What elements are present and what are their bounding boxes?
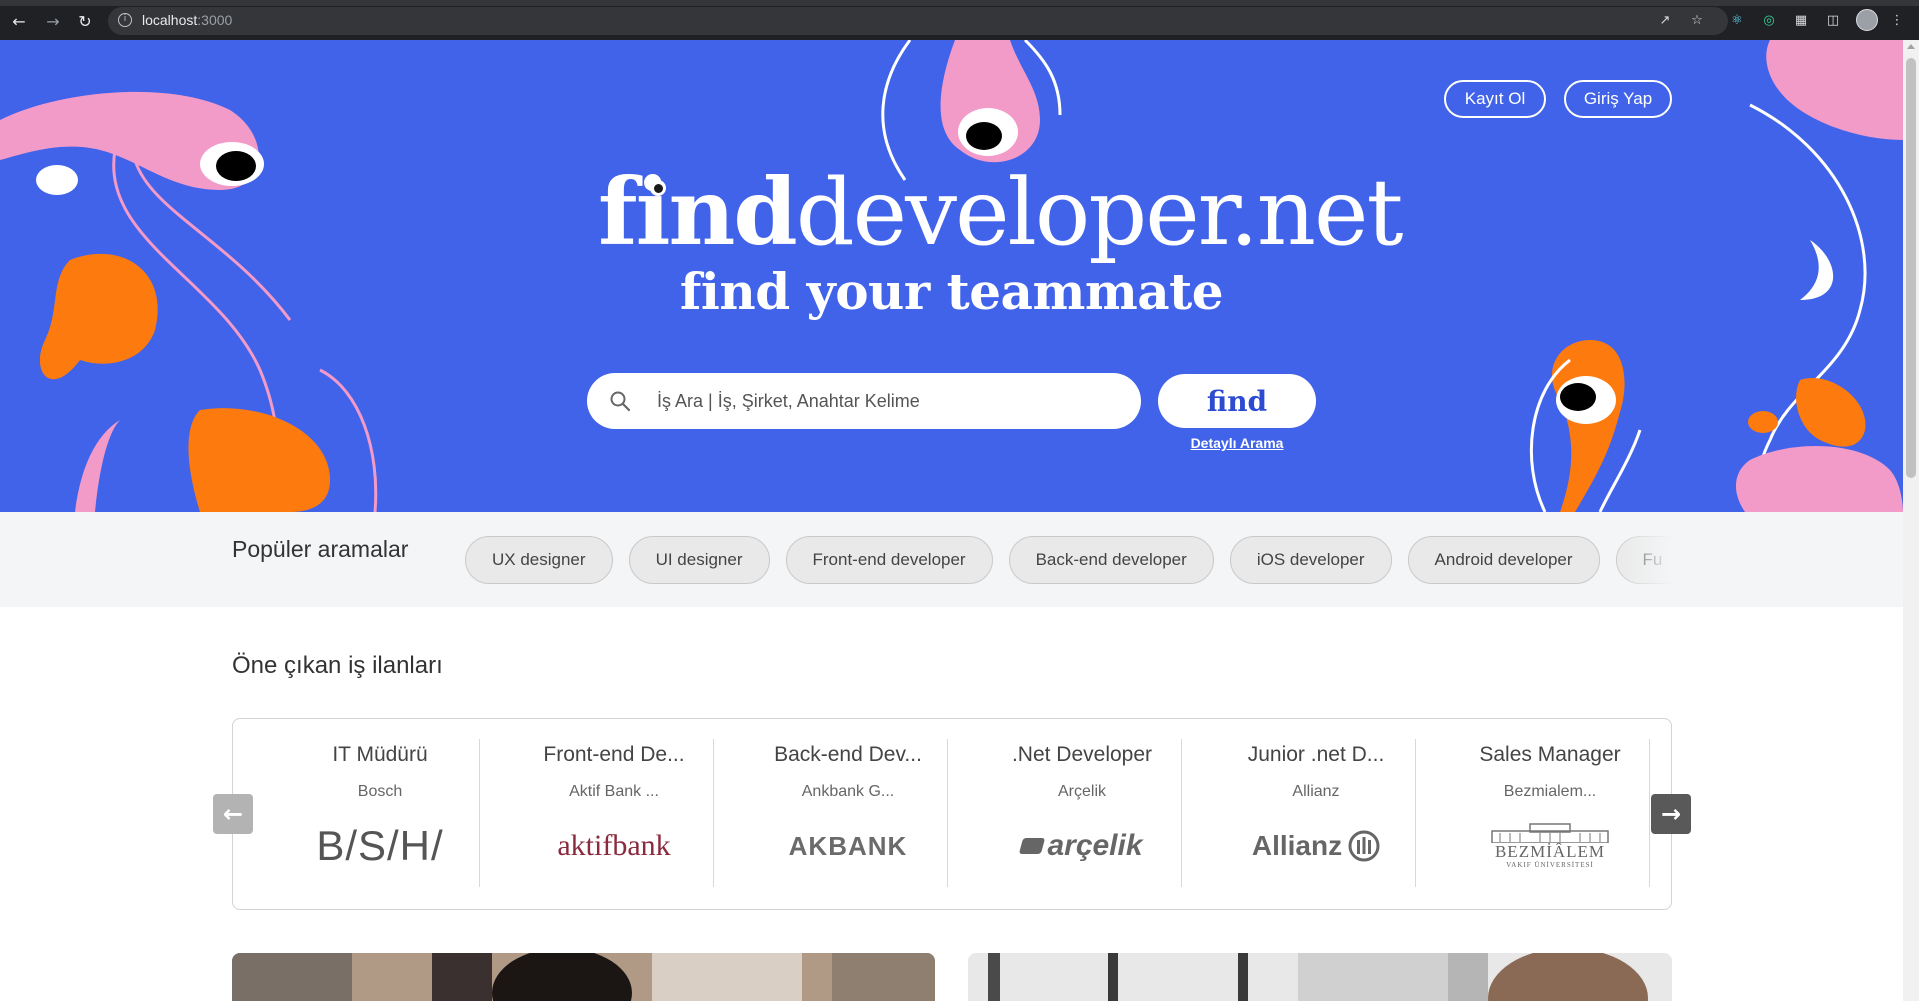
tab-strip bbox=[0, 0, 1919, 6]
logo-eye-icon bbox=[650, 180, 666, 196]
url-text: localhost:3000 bbox=[142, 12, 233, 28]
job-title: IT Müdürü bbox=[332, 743, 428, 766]
hero-tagline: find your teammate bbox=[679, 262, 1224, 321]
job-company: Bosch bbox=[357, 783, 403, 800]
popular-chip[interactable]: Android developer bbox=[1407, 536, 1600, 584]
job-company: Bezmialem... bbox=[1503, 783, 1597, 800]
allianz-logo: Allianz bbox=[1216, 821, 1416, 871]
site-logo[interactable]: finddeveloper.net bbox=[598, 158, 1403, 266]
allianz-eagle-icon bbox=[1348, 830, 1380, 862]
login-button[interactable]: Giriş Yap bbox=[1564, 80, 1672, 118]
arcelik-logo: arçelik bbox=[982, 821, 1182, 871]
register-button[interactable]: Kayıt Ol bbox=[1444, 80, 1546, 118]
job-card[interactable]: Junior .net D... Allianz Allianz bbox=[1199, 739, 1433, 887]
job-title: Front-end De... bbox=[543, 743, 685, 766]
share-icon[interactable]: ↗ bbox=[1656, 11, 1674, 29]
aktifbank-logo: aktifbank bbox=[557, 829, 671, 862]
job-divider bbox=[1415, 739, 1416, 887]
job-title: Sales Manager bbox=[1479, 743, 1621, 766]
featured-jobs-carousel: IT Müdürü Bosch B/S/H/ Front-end De... A… bbox=[232, 718, 1672, 910]
job-search-box bbox=[587, 373, 1141, 429]
browser-toolbar: ← → ↻ i localhost:3000 ↗ ☆ ⚛ ◎ ▦ ◫ ⋮ bbox=[0, 0, 1919, 40]
popular-chip[interactable]: iOS developer bbox=[1229, 536, 1392, 584]
job-divider bbox=[479, 739, 480, 887]
job-divider bbox=[1649, 739, 1650, 887]
job-card[interactable]: Sales Manager Bezmialem... BEZMİÂLEM VAK… bbox=[1433, 739, 1667, 887]
popular-chip[interactable]: UX designer bbox=[465, 536, 613, 584]
job-company: Arçelik bbox=[1057, 783, 1106, 800]
job-title: .Net Developer bbox=[1011, 743, 1153, 766]
arcelik-mark-icon bbox=[1019, 838, 1046, 854]
job-divider bbox=[713, 739, 714, 887]
akbank-logo: AKBANK bbox=[788, 830, 908, 861]
detailed-search-link[interactable]: Detaylı Arama bbox=[1158, 435, 1316, 451]
reload-icon[interactable]: ↻ bbox=[74, 10, 96, 32]
popular-chip[interactable]: Front-end developer bbox=[785, 536, 993, 584]
bsh-logo: B/S/H/ bbox=[316, 822, 444, 869]
puzzle-icon[interactable]: ▦ bbox=[1792, 11, 1810, 29]
job-card[interactable]: Back-end Dev... Ankbank G... AKBANK bbox=[731, 739, 965, 887]
forward-icon[interactable]: → bbox=[42, 10, 64, 32]
logo-find-text: find bbox=[598, 158, 798, 266]
popular-chip[interactable]: UI designer bbox=[628, 536, 770, 584]
profile-avatar[interactable] bbox=[1856, 9, 1878, 31]
job-card[interactable]: Front-end De... Aktif Bank ... aktifbank bbox=[497, 739, 731, 887]
scrollbar-thumb[interactable] bbox=[1906, 58, 1916, 478]
job-divider bbox=[1181, 739, 1182, 887]
job-card[interactable]: .Net Developer Arçelik arçelik bbox=[965, 739, 1199, 887]
search-icon bbox=[610, 391, 631, 412]
job-photo-image bbox=[232, 953, 935, 1001]
job-divider bbox=[947, 739, 948, 887]
job-photo-card[interactable] bbox=[232, 953, 935, 1001]
scroll-up-icon[interactable] bbox=[1907, 44, 1915, 49]
bezmialem-building-icon bbox=[1491, 823, 1609, 843]
job-search-input[interactable] bbox=[657, 373, 1117, 429]
back-icon[interactable]: ← bbox=[8, 10, 30, 32]
find-button[interactable]: find bbox=[1158, 374, 1316, 428]
job-company: Aktif Bank ... bbox=[569, 783, 659, 800]
carousel-next-button[interactable]: → bbox=[1651, 794, 1691, 834]
job-card[interactable]: IT Müdürü Bosch B/S/H/ bbox=[263, 739, 497, 887]
bookmark-star-icon[interactable]: ☆ bbox=[1688, 11, 1706, 29]
popular-searches-bar: Popüler aramalar UX designer UI designer… bbox=[0, 512, 1903, 607]
bezmialem-logo: BEZMİÂLEM VAKIF ÜNİVERSİTESİ bbox=[1450, 821, 1650, 871]
popular-chip[interactable]: Back-end developer bbox=[1008, 536, 1214, 584]
address-bar[interactable]: i localhost:3000 bbox=[108, 7, 1728, 35]
logo-domain-text: developer.net bbox=[795, 159, 1404, 266]
job-company: Allianz bbox=[1292, 783, 1340, 800]
job-photo-image bbox=[968, 953, 1672, 1001]
featured-jobs-title: Öne çıkan iş ilanları bbox=[232, 652, 443, 679]
popular-chips-scroller[interactable]: UX designer UI designer Front-end develo… bbox=[465, 534, 1673, 586]
job-photo-card[interactable] bbox=[968, 953, 1672, 1001]
job-company: Ankbank G... bbox=[801, 783, 895, 800]
carousel-prev-button[interactable]: ← bbox=[213, 794, 253, 834]
popular-chip[interactable]: Fu bbox=[1615, 536, 1673, 584]
site-info-icon[interactable]: i bbox=[118, 13, 132, 27]
menu-dots-icon[interactable]: ⋮ bbox=[1888, 11, 1906, 29]
job-title: Junior .net D... bbox=[1247, 743, 1385, 766]
job-title: Back-end Dev... bbox=[774, 743, 922, 766]
hero-section: Kayıt Ol Giriş Yap finddeveloper.net fin… bbox=[0, 40, 1903, 512]
side-panel-icon[interactable]: ◫ bbox=[1824, 11, 1842, 29]
popular-searches-title: Popüler aramalar bbox=[232, 536, 409, 562]
react-devtools-icon[interactable]: ⚛ bbox=[1728, 11, 1746, 29]
extension-icon[interactable]: ◎ bbox=[1760, 11, 1778, 29]
page-scrollbar[interactable] bbox=[1903, 40, 1919, 1001]
